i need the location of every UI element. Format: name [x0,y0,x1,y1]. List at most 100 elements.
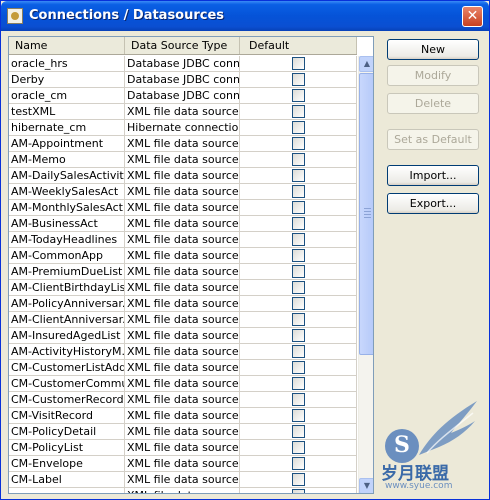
set-as-default-button[interactable]: Set as Default [387,129,479,150]
cell-default [240,200,357,215]
column-header-type[interactable]: Data Source Type [125,37,240,54]
default-checkbox[interactable] [292,89,305,102]
table-row[interactable]: AM-Memo XML file data source [9,152,357,168]
cell-name: Derby [9,72,125,87]
cell-default [240,168,357,183]
default-checkbox[interactable] [292,361,305,374]
modify-button[interactable]: Modify [387,65,479,86]
cell-type: XML file data source [127,472,240,487]
table-row[interactable]: testXML XML file data source [9,104,357,120]
table-row[interactable]: AM-TodayHeadlines XML file data source [9,232,357,248]
cell-type: XML file data source [127,280,240,295]
export-button[interactable]: Export... [387,193,479,214]
cell-type: XML file data source [127,200,240,215]
default-checkbox[interactable] [292,169,305,182]
table-row[interactable]: AM-ClientBirthdayList XML file data sourc… [9,280,357,296]
datasource-table: Name Data Source Type Default oracle_hrs… [8,36,374,494]
default-checkbox[interactable] [292,425,305,438]
watermark-letter: S [385,429,419,463]
cell-name: AM-PremiumDueList [9,264,125,279]
table-row[interactable]: CM-Label XML file data source [9,472,357,488]
table-row[interactable]: CM-VisitRecord XML file data source [9,408,357,424]
default-checkbox[interactable] [292,249,305,262]
cell-name: CM-PolicyList [9,440,125,455]
cell-default [240,392,357,407]
default-checkbox[interactable] [292,345,305,358]
close-icon[interactable]: ✕ [462,6,483,27]
table-row[interactable]: oracle_hrs Database JDBC conn... [9,56,357,72]
default-checkbox[interactable] [292,185,305,198]
table-row[interactable]: AM-InsuredAgedList XML file data source [9,328,357,344]
default-checkbox[interactable] [292,153,305,166]
table-row[interactable]: AM-ActivityHistoryM... XML file data sour… [9,344,357,360]
cell-name: oracle_cm [9,88,125,103]
default-checkbox[interactable] [292,409,305,422]
scroll-up-icon[interactable]: ▲ [359,56,373,72]
table-row[interactable]: AM-DailySalesActivity XML file data sourc… [9,168,357,184]
default-checkbox[interactable] [292,265,305,278]
default-checkbox[interactable] [292,105,305,118]
cell-name: oracle_hrs [9,56,125,71]
default-checkbox[interactable] [292,217,305,230]
scroll-down-icon[interactable]: ▼ [359,478,373,493]
scrollbar-thumb[interactable] [359,73,373,355]
cell-type: XML file data source [127,376,240,391]
default-checkbox[interactable] [292,57,305,70]
table-row[interactable]: hibernate_cm Hibernate connection [9,120,357,136]
default-checkbox[interactable] [292,489,305,493]
default-checkbox[interactable] [292,473,305,486]
cell-default [240,408,357,423]
default-checkbox[interactable] [292,329,305,342]
table-row[interactable]: AM-CommonApp XML file data source [9,248,357,264]
default-checkbox[interactable] [292,297,305,310]
table-row[interactable]: CM-PolicyDetail XML file data source [9,424,357,440]
column-header-name[interactable]: Name [9,37,125,54]
cell-name: hibernate_cm [9,120,125,135]
table-row[interactable]: AM-ClientAnniversar... XML file data sour… [9,312,357,328]
cell-type: XML file data source [127,232,240,247]
table-row[interactable]: AM-MonthlySalesAct XML file data source [9,200,357,216]
default-checkbox[interactable] [292,377,305,390]
table-row[interactable]: AM-BusinessAct XML file data source [9,216,357,232]
default-checkbox[interactable] [292,281,305,294]
cell-type: XML file data source [127,312,240,327]
table-row[interactable]: CM-CustomerCommu...XML file data source [9,376,357,392]
default-checkbox[interactable] [292,393,305,406]
default-checkbox[interactable] [292,313,305,326]
cell-name: AM-MonthlySalesAct [11,200,125,215]
cell-default [240,264,357,279]
new-button[interactable]: New [387,39,479,60]
default-checkbox[interactable] [292,137,305,150]
table-row[interactable]: CM-CustomerRecord XML file data source [9,392,357,408]
cell-type: XML file data source [127,456,240,471]
title-bar[interactable]: Connections / Datasources ✕ [1,1,489,31]
wing-icon [419,401,477,455]
table-row[interactable]: CM-Envelope XML file data source [9,456,357,472]
table-row[interactable]: AM-Appointment XML file data source [9,136,357,152]
table-row[interactable]: CM-PolicyList XML file data source [9,440,357,456]
table-row[interactable]: XML file data source [9,488,357,493]
cell-name: CM-CustomerRecord [11,392,125,407]
default-checkbox[interactable] [292,441,305,454]
import-button[interactable]: Import... [387,165,479,186]
default-checkbox[interactable] [292,457,305,470]
default-checkbox[interactable] [292,201,305,214]
table-row[interactable]: AM-PremiumDueList XML file data source [9,264,357,280]
cell-type: XML file data source [127,104,240,119]
delete-button[interactable]: Delete [387,93,479,114]
vertical-scrollbar[interactable]: ▲ ▼ [358,56,373,493]
cell-default [240,88,357,103]
cell-name: AM-ClientBirthdayList [11,280,125,295]
table-row[interactable]: oracle_cm Database JDBC conn... [9,88,357,104]
column-header-default[interactable]: Default [240,37,357,54]
table-row[interactable]: AM-WeeklySalesAct XML file data source [9,184,357,200]
cell-name: CM-Label [9,472,125,487]
cell-type: XML file data source [127,248,240,263]
default-checkbox[interactable] [292,73,305,86]
table-row[interactable]: CM-CustomerListAddr XML file data source [9,360,357,376]
default-checkbox[interactable] [292,121,305,134]
connections-window: Connections / Datasources ✕ Name Data So… [0,0,490,500]
table-row[interactable]: Derby Database JDBC conn... [9,72,357,88]
default-checkbox[interactable] [292,233,305,246]
table-row[interactable]: AM-PolicyAnniversar... XML file data sour… [9,296,357,312]
